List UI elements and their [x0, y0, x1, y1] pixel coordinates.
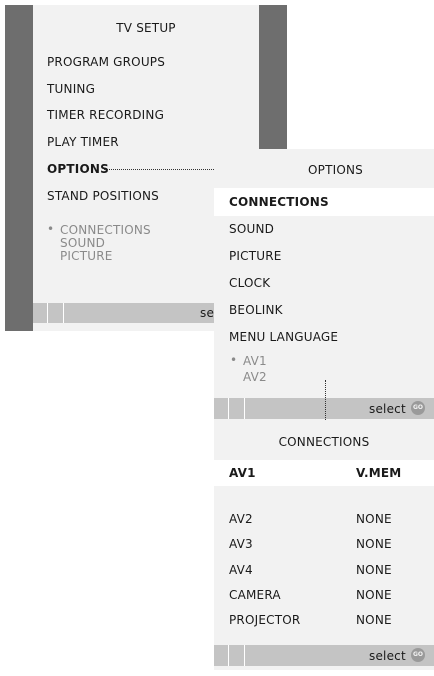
menu-item-connections-label: CONNECTIONS	[229, 195, 329, 209]
footer-bar: select GO	[214, 398, 434, 419]
row-value: NONE	[356, 588, 392, 602]
row-value: V.MEM	[356, 466, 402, 480]
connections-menu: CONNECTIONS AV1 V.MEM AV2 NONE AV3 NONE …	[214, 420, 434, 670]
menu-item-menu-language[interactable]: MENU LANGUAGE	[229, 330, 338, 344]
submenu-preview-item: CONNECTIONS	[60, 223, 151, 237]
menu-item-options[interactable]: OPTIONS	[47, 162, 109, 176]
go-button-icon[interactable]: GO	[411, 401, 425, 415]
submenu-preview-item: AV1	[243, 354, 267, 368]
row-value: NONE	[356, 563, 392, 577]
submenu-preview-item: PICTURE	[60, 249, 113, 263]
row-label[interactable]: AV2	[229, 512, 253, 526]
go-button-icon[interactable]: GO	[411, 648, 425, 662]
menu-item-timer-recording[interactable]: TIMER RECORDING	[47, 108, 164, 122]
footer-select-label: select	[369, 402, 406, 416]
row-label: AV1	[229, 466, 256, 480]
menu-title: OPTIONS	[304, 163, 367, 177]
options-menu: OPTIONS CONNECTIONS SOUND PICTURE CLOCK …	[214, 149, 434, 421]
menu-item-sound[interactable]: SOUND	[229, 222, 274, 236]
table-row-av1[interactable]: AV1 V.MEM	[214, 460, 434, 486]
row-value: NONE	[356, 613, 392, 627]
submenu-preview-item: AV2	[243, 370, 267, 384]
menu-item-beolink[interactable]: BEOLINK	[229, 303, 283, 317]
menu-item-tuning[interactable]: TUNING	[47, 82, 95, 96]
menu-item-clock[interactable]: CLOCK	[229, 276, 270, 290]
row-label[interactable]: AV3	[229, 537, 253, 551]
menu-title: CONNECTIONS	[278, 435, 370, 449]
submenu-bullet: •	[47, 222, 55, 236]
menu-title: TV SETUP	[116, 21, 176, 35]
footer-bar: select GO	[214, 645, 434, 666]
menu-item-program-groups[interactable]: PROGRAM GROUPS	[47, 55, 165, 69]
submenu-preview-item: SOUND	[60, 236, 106, 250]
menu-item-play-timer[interactable]: PLAY TIMER	[47, 135, 119, 149]
row-label[interactable]: CAMERA	[229, 588, 281, 602]
row-label[interactable]: AV4	[229, 563, 253, 577]
row-label[interactable]: PROJECTOR	[229, 613, 300, 627]
menu-item-picture[interactable]: PICTURE	[229, 249, 282, 263]
submenu-bullet: •	[230, 353, 238, 367]
connector-line	[325, 380, 326, 420]
row-value: NONE	[356, 537, 392, 551]
menu-item-stand-positions[interactable]: STAND POSITIONS	[47, 189, 159, 203]
menu-item-connections[interactable]: CONNECTIONS	[214, 188, 434, 216]
row-value: NONE	[356, 512, 392, 526]
footer-select-label: select	[369, 649, 406, 663]
